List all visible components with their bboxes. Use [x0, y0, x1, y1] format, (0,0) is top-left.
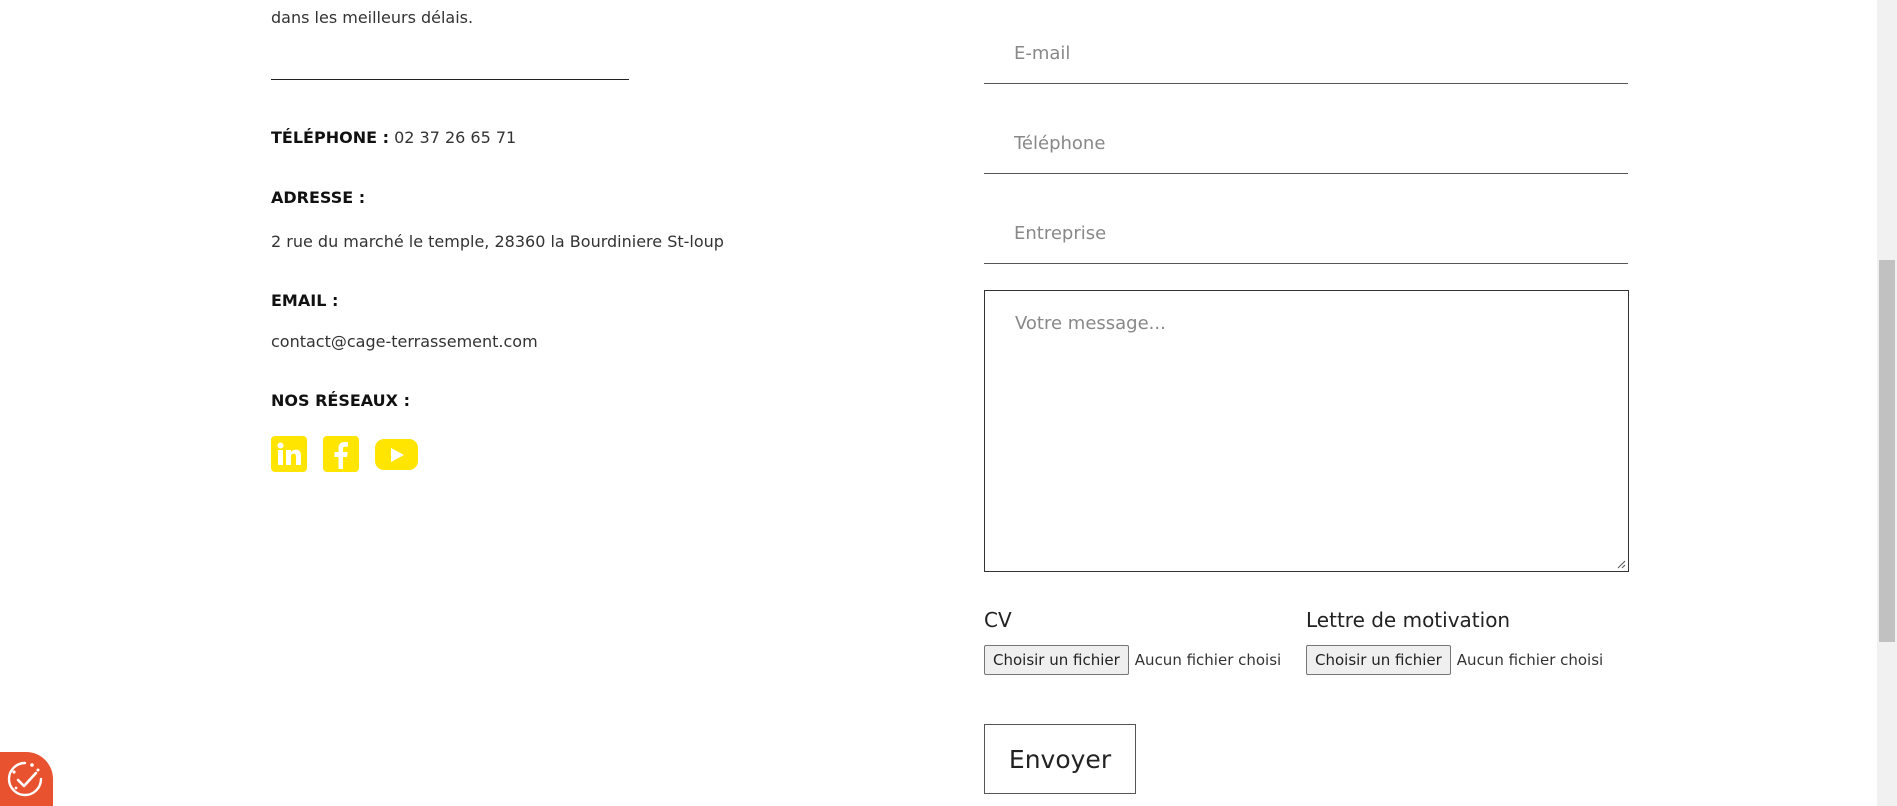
- address-label: ADRESSE :: [271, 188, 366, 207]
- cv-choose-file-button[interactable]: Choisir un fichier: [984, 645, 1129, 675]
- facebook-link[interactable]: [323, 436, 359, 472]
- company-input[interactable]: [984, 204, 1628, 263]
- cv-file-input: Choisir un fichier Aucun fichier choisi: [984, 645, 1281, 675]
- cookie-consent-icon: [7, 761, 43, 797]
- scrollbar-track[interactable]: [1877, 0, 1897, 806]
- message-field: [984, 290, 1629, 572]
- contact-page: dans les meilleurs délais. TÉLÉPHONE : 0…: [0, 0, 1897, 806]
- cover-letter-choose-file-button[interactable]: Choisir un fichier: [1306, 645, 1451, 675]
- address-value: 2 rue du marché le temple, 28360 la Bour…: [271, 232, 724, 251]
- message-textarea[interactable]: [985, 291, 1628, 571]
- cover-letter-label: Lettre de motivation: [1306, 608, 1511, 632]
- cover-letter-file-input: Choisir un fichier Aucun fichier choisi: [1306, 645, 1603, 675]
- youtube-link[interactable]: [375, 439, 418, 470]
- phone-input[interactable]: [984, 114, 1628, 173]
- cv-file-status: Aucun fichier choisi: [1134, 651, 1282, 669]
- cookie-consent-button[interactable]: [0, 752, 53, 806]
- email-label: EMAIL :: [271, 291, 339, 310]
- email-value: contact@cage-terrassement.com: [271, 332, 538, 351]
- phone-label: TÉLÉPHONE :: [271, 128, 389, 147]
- cover-letter-file-status: Aucun fichier choisi: [1456, 651, 1604, 669]
- youtube-icon: [390, 447, 404, 462]
- facebook-icon: [334, 442, 348, 469]
- submit-button[interactable]: Envoyer: [984, 724, 1136, 794]
- resize-grip-icon[interactable]: [1616, 559, 1626, 569]
- phone-value: 02 37 26 65 71: [394, 128, 517, 147]
- divider: [271, 79, 629, 80]
- linkedin-link[interactable]: [271, 436, 307, 472]
- intro-text: dans les meilleurs délais.: [271, 8, 474, 27]
- phone-field: [984, 114, 1628, 174]
- phone-row: TÉLÉPHONE : 02 37 26 65 71: [271, 128, 516, 147]
- social-links: [271, 436, 418, 472]
- scrollbar-thumb[interactable]: [1879, 260, 1895, 642]
- linkedin-icon: [277, 442, 301, 465]
- email-field: [984, 24, 1628, 84]
- email-input[interactable]: [984, 24, 1628, 83]
- cv-label: CV: [984, 608, 1012, 632]
- company-field: [984, 204, 1628, 264]
- socials-label: NOS RÉSEAUX :: [271, 391, 410, 410]
